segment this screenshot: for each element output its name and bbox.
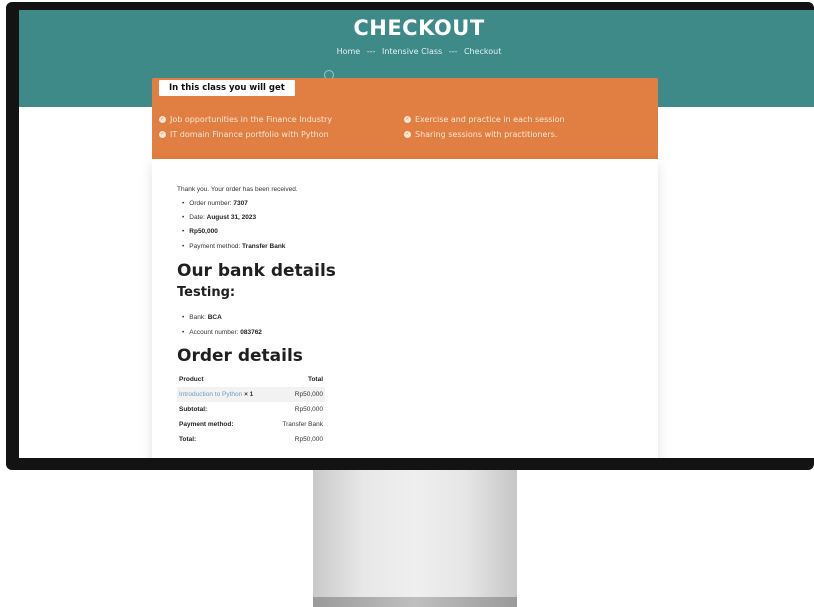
screen: CHECKOUT Home --- Intensive Class --- Ch…: [19, 10, 814, 458]
order-details-table: Product Total Introduction to Python × 1…: [177, 372, 325, 447]
benefit-text: Sharing sessions with practitioners.: [415, 130, 558, 139]
thank-you-message: Thank you. Your order has been received.: [177, 186, 298, 193]
benefit-text: IT domain Finance portfolio with Python: [170, 130, 329, 139]
order-payment-item: Payment method: Transfer Bank: [182, 243, 285, 250]
table-row: Subtotal: Rp50,000: [177, 402, 325, 417]
monitor-bezel: CHECKOUT Home --- Intensive Class --- Ch…: [6, 2, 814, 470]
benefit-text: Job opportunities in the Finance Industr…: [170, 115, 333, 124]
product-link[interactable]: Introduction to Python: [179, 391, 242, 398]
check-circle-icon: ✓: [404, 131, 411, 138]
order-details-heading: Order details: [177, 346, 303, 366]
table-row: Total: Rp50,000: [177, 432, 325, 447]
product-cell: Introduction to Python × 1: [177, 387, 272, 402]
monitor-stand: [313, 470, 517, 607]
page-title: CHECKOUT: [353, 16, 485, 40]
account-number-value: 083762: [240, 329, 262, 336]
total-value: Rp50,000: [294, 436, 323, 443]
breadcrumb: Home --- Intensive Class --- Checkout: [19, 47, 814, 56]
table-row: Introduction to Python × 1 Rp50,000: [177, 387, 325, 402]
payment-method-value: Transfer Bank: [282, 421, 323, 428]
check-circle-icon: ✓: [404, 116, 411, 123]
order-payment-value: Transfer Bank: [242, 243, 286, 250]
order-number-item: Order number: 7307: [182, 200, 248, 207]
product-price: Rp50,000: [271, 387, 325, 402]
bank-subheading: Testing:: [177, 285, 236, 300]
order-total-item: Rp50,000: [182, 228, 218, 235]
breadcrumb-checkout: Checkout: [463, 47, 502, 56]
order-card: Thank you. Your order has been received.…: [152, 159, 658, 458]
breadcrumb-home[interactable]: Home: [337, 47, 361, 56]
check-circle-icon: ✓: [159, 116, 166, 123]
order-date-item: Date: August 31, 2023: [182, 214, 256, 221]
benefit-item: ✓ Exercise and practice in each session: [404, 115, 565, 124]
order-total-value: Rp50,000: [189, 228, 218, 235]
bank-name-item: Bank: BCA: [182, 314, 222, 321]
order-date-value: August 31, 2023: [206, 214, 257, 221]
col-product: Product: [179, 376, 204, 383]
breadcrumb-separator: ---: [366, 47, 376, 56]
benefit-item: ✓ IT domain Finance portfolio with Python: [159, 130, 329, 139]
bank-name-value: BCA: [207, 314, 222, 321]
payment-method-label: Payment method:: [179, 421, 234, 428]
bank-details-heading: Our bank details: [177, 261, 336, 281]
benefit-item: ✓ Sharing sessions with practitioners.: [404, 130, 557, 139]
breadcrumb-intensive-class[interactable]: Intensive Class: [382, 47, 442, 56]
check-circle-icon: ✓: [159, 131, 166, 138]
benefit-item: ✓ Job opportunities in the Finance Indust…: [159, 115, 332, 124]
benefit-text: Exercise and practice in each session: [415, 115, 565, 124]
total-label: Total:: [179, 436, 197, 443]
breadcrumb-separator: ---: [448, 47, 458, 56]
table-row: Payment method: Transfer Bank: [177, 417, 325, 432]
benefits-tab: In this class you will get: [159, 80, 295, 96]
col-total: Total: [307, 376, 323, 383]
monitor-stand-base: [313, 597, 517, 607]
order-number-value: 7307: [233, 200, 248, 207]
benefits-panel: In this class you will get ✓ Job opportun…: [152, 78, 658, 159]
table-header-row: Product Total: [177, 372, 325, 387]
subtotal-value: Rp50,000: [294, 406, 323, 413]
subtotal-label: Subtotal:: [179, 406, 208, 413]
account-number-item: Account number: 083762: [182, 329, 262, 336]
product-qty: × 1: [244, 391, 254, 398]
